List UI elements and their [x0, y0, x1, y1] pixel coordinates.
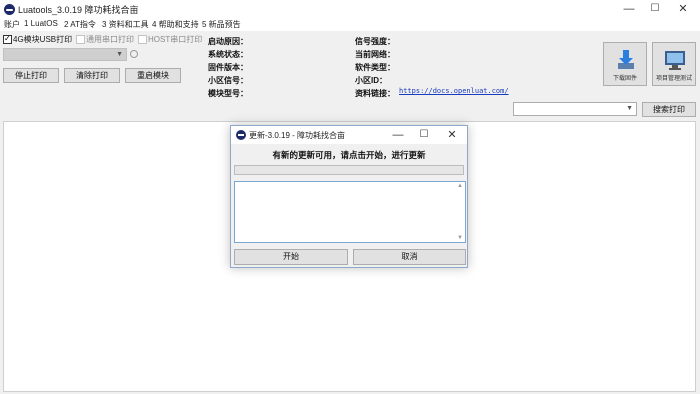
window-title: Luatools_3.0.19 障功耗找合亩: [18, 5, 139, 15]
stop-print-button[interactable]: 停止打印: [3, 68, 59, 83]
serial-print-checkbox[interactable]: [76, 35, 85, 44]
monitor-icon: [665, 51, 685, 70]
chevron-down-icon: ▼: [626, 105, 633, 112]
cell-signal-label: 小区信号：: [208, 76, 248, 85]
scroll-up-icon[interactable]: ▲: [457, 183, 463, 189]
menu-help-support[interactable]: 4 帮助和支持: [152, 19, 199, 30]
close-button[interactable]: ✕: [670, 0, 696, 18]
download-firmware-button[interactable]: 下载固件: [603, 42, 647, 86]
serial-print-label: 通用串口打印: [86, 35, 134, 44]
dialog-maximize-button[interactable]: ☐: [411, 126, 437, 144]
update-dialog: 更新-3.0.19 - 障功耗找合亩 — ☐ ✕ 有新的更新可用，请点击开始，进…: [230, 125, 468, 268]
usb-print-checkbox[interactable]: [3, 34, 12, 44]
host-print-label: HOST串口打印: [148, 35, 203, 44]
docs-link-label: 资料链接：: [355, 89, 395, 98]
firmware-version-label: 固件版本：: [208, 63, 248, 72]
project-test-label: 项目管理测试: [655, 76, 692, 82]
minimize-button[interactable]: —: [616, 0, 642, 18]
menu-luatos[interactable]: 1 LuatOS: [24, 19, 58, 28]
cell-id-label: 小区ID：: [355, 76, 387, 85]
start-button[interactable]: 开始: [234, 249, 348, 265]
dialog-minimize-button[interactable]: —: [385, 126, 411, 144]
menu-new-products[interactable]: 5 新品预告: [202, 19, 241, 30]
docs-link[interactable]: https://docs.openluat.com/: [399, 87, 509, 95]
system-status-label: 系统状态：: [208, 50, 248, 59]
menu-resources-tools[interactable]: 3 资料和工具: [102, 19, 149, 30]
restart-module-button[interactable]: 重启模块: [125, 68, 181, 83]
search-print-button[interactable]: 搜索打印: [642, 102, 696, 117]
title-bar: Luatools_3.0.19 障功耗找合亩 — ☐ ✕: [0, 0, 700, 18]
cancel-button[interactable]: 取消: [353, 249, 466, 265]
download-icon: [618, 50, 634, 69]
dialog-title: 更新-3.0.19 - 障功耗找合亩: [249, 131, 346, 140]
scroll-down-icon[interactable]: ▼: [457, 235, 463, 241]
dialog-close-button[interactable]: ✕: [439, 126, 465, 144]
menu-bar: 账户 1 LuatOS 2 AT指令 3 资料和工具 4 帮助和支持 5 新品预…: [0, 18, 700, 31]
update-log-textbox[interactable]: ▲ ▼: [234, 181, 466, 243]
module-model-label: 模块型号：: [208, 89, 248, 98]
dialog-title-bar: 更新-3.0.19 - 障功耗找合亩 — ☐ ✕: [231, 126, 467, 144]
signal-strength-label: 信号强度：: [355, 37, 395, 46]
boot-reason-label: 启动原因：: [208, 37, 248, 46]
current-network-label: 当前网络：: [355, 50, 395, 59]
luatools-logo-icon: [4, 4, 15, 15]
maximize-button[interactable]: ☐: [642, 0, 668, 18]
port-select[interactable]: ▼: [3, 48, 127, 61]
project-test-button[interactable]: 项目管理测试: [652, 42, 696, 86]
menu-at-commands[interactable]: 2 AT指令: [64, 19, 96, 30]
download-firmware-label: 下载固件: [612, 76, 637, 82]
update-progress-bar: [234, 165, 464, 175]
dialog-message: 有新的更新可用，请点击开始，进行更新: [272, 150, 426, 160]
refresh-icon[interactable]: [130, 50, 138, 58]
menu-account[interactable]: 账户: [4, 19, 20, 30]
chevron-down-icon: ▼: [116, 51, 123, 58]
software-type-label: 软件类型：: [355, 63, 395, 72]
device-select[interactable]: ▼: [513, 102, 637, 116]
clear-print-button[interactable]: 清除打印: [64, 68, 120, 83]
usb-print-label: 4G模块USB打印: [13, 35, 73, 44]
luatools-logo-icon: [236, 130, 246, 140]
host-print-checkbox[interactable]: [138, 35, 147, 44]
